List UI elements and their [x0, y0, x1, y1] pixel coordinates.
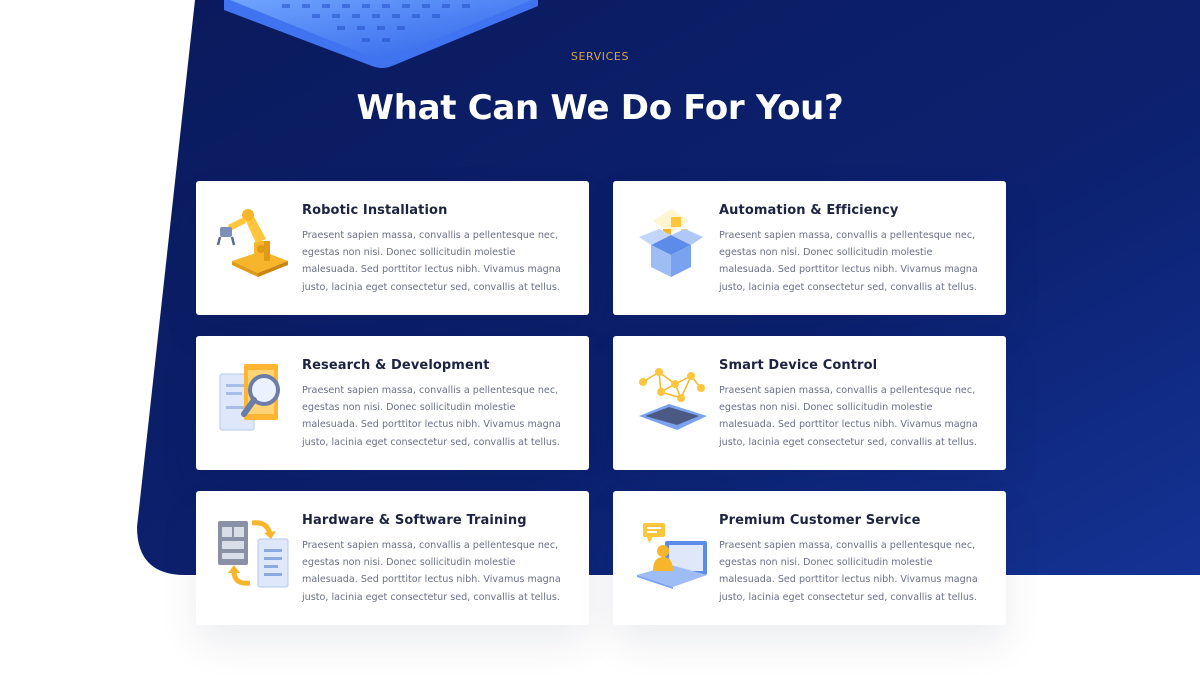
service-card-automation-efficiency[interactable]: Automation & Efficiency Praesent sapien … [613, 181, 1006, 315]
service-card-hardware-software-training[interactable]: Hardware & Software Training Praesent sa… [196, 491, 589, 625]
service-card-title: Robotic Installation [302, 203, 448, 218]
service-card-description: Praesent sapien massa, convallis a pelle… [719, 385, 978, 448]
service-card-smart-device-control[interactable]: Smart Device Control Praesent sapien mas… [613, 336, 1006, 470]
service-card-description: Praesent sapien massa, convallis a pelle… [302, 230, 561, 293]
service-card-description: Praesent sapien massa, convallis a pelle… [302, 540, 561, 603]
service-card-title: Automation & Efficiency [719, 203, 899, 218]
service-card-description: Praesent sapien massa, convallis a pelle… [302, 385, 561, 448]
network-tablet-icon [631, 358, 711, 438]
service-card-research-development[interactable]: Research & Development Praesent sapien m… [196, 336, 589, 470]
magnifier-document-icon [214, 358, 294, 438]
section-eyebrow: SERVICES [570, 50, 630, 63]
service-card-robotic-installation[interactable]: Robotic Installation Praesent sapien mas… [196, 181, 589, 315]
laptop-support-icon [631, 513, 711, 593]
service-card-title: Smart Device Control [719, 358, 878, 373]
open-box-icon [631, 203, 711, 283]
sync-documents-icon [214, 513, 294, 593]
service-card-title: Premium Customer Service [719, 513, 921, 528]
service-card-description: Praesent sapien massa, convallis a pelle… [719, 540, 978, 603]
section-title: What Can We Do For You? [356, 88, 844, 128]
robot-arm-icon [214, 203, 294, 283]
service-card-title: Hardware & Software Training [302, 513, 527, 528]
service-card-title: Research & Development [302, 358, 490, 373]
service-card-premium-customer-service[interactable]: Premium Customer Service Praesent sapien… [613, 491, 1006, 625]
service-card-description: Praesent sapien massa, convallis a pelle… [719, 230, 978, 293]
